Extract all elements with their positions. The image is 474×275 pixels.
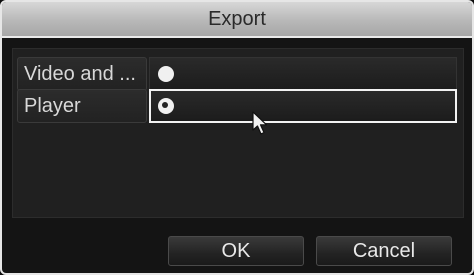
- option-value-video[interactable]: [149, 57, 457, 91]
- option-label-video: Video and ...: [17, 57, 147, 91]
- export-options-panel: Video and ... Player: [12, 48, 464, 218]
- radio-button-icon[interactable]: [158, 98, 174, 114]
- option-value-player[interactable]: [149, 89, 457, 123]
- dialog-title: Export: [2, 2, 472, 38]
- option-label-player: Player: [17, 89, 147, 123]
- option-row-video: Video and ...: [17, 57, 457, 91]
- option-row-player: Player: [17, 89, 457, 123]
- cancel-button[interactable]: Cancel: [316, 236, 452, 266]
- ok-button[interactable]: OK: [168, 236, 304, 266]
- export-dialog: Export Video and ... Player OK Cancel: [0, 0, 474, 275]
- mouse-pointer-icon: [252, 111, 268, 135]
- radio-button-icon[interactable]: [158, 66, 174, 82]
